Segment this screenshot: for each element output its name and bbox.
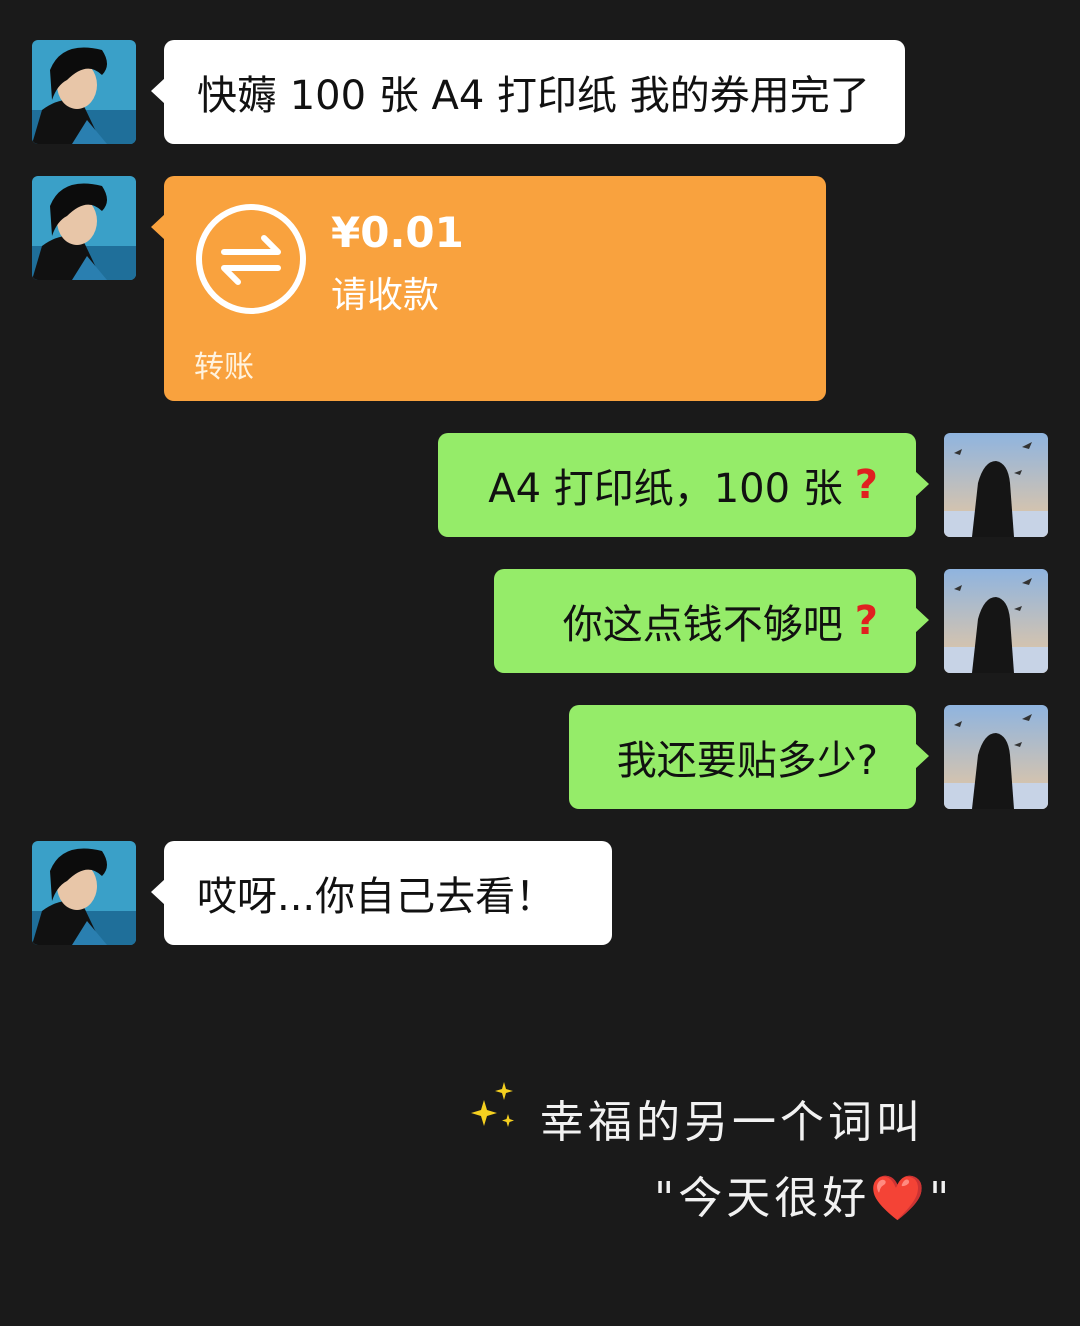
avatar-photo-man [32,40,136,144]
caption-line-2: "今天很好❤️" [654,1162,953,1226]
sparkles-icon [471,1082,514,1127]
question-mark: ? [854,598,878,644]
transfer-amount: ¥0.01 [331,208,464,257]
self-avatar[interactable] [944,569,1048,673]
transfer-status: 请收款 [331,275,440,316]
self-avatar[interactable] [944,433,1048,537]
message-text: 你这点钱不够吧 [562,602,843,648]
heart-icon: ❤️ [870,1173,930,1224]
caption-close-quote: " [929,1173,954,1224]
transfer-card[interactable]: ¥0.01 请收款 转账 [151,176,826,401]
avatar-photo-man [32,176,136,280]
message-bubble-incoming[interactable]: 哎呀...你自己去看！ [151,841,612,945]
caption-line-1: 幸福的另一个词叫 [540,1097,924,1148]
avatar-photo-woman [944,569,1048,673]
transfer-label: 转账 [194,350,254,385]
message-bubble-outgoing[interactable]: A4 打印纸，100 张 ? [438,433,929,537]
contact-avatar[interactable] [32,40,136,144]
self-avatar[interactable] [944,705,1048,809]
message-bubble-outgoing[interactable]: 你这点钱不够吧 ? [494,569,929,673]
contact-avatar[interactable] [32,841,136,945]
contact-avatar[interactable] [32,176,136,280]
question-mark: ? [854,462,878,508]
message-text: 快薅 100 张 A4 打印纸 我的券用完了 [197,73,870,119]
message-text: A4 打印纸，100 张 [488,466,843,512]
message-text: 我还要贴多少? [616,738,878,784]
transfer-icon [196,204,306,314]
avatar-photo-woman [944,433,1048,537]
caption-text: "今天很好 [654,1173,871,1224]
message-bubble-incoming[interactable]: 快薅 100 张 A4 打印纸 我的券用完了 [151,40,905,144]
message-text: 哎呀...你自己去看！ [197,874,556,920]
avatar-photo-man [32,841,136,945]
message-bubble-outgoing[interactable]: 我还要贴多少? [569,705,929,809]
avatar-photo-woman [944,705,1048,809]
